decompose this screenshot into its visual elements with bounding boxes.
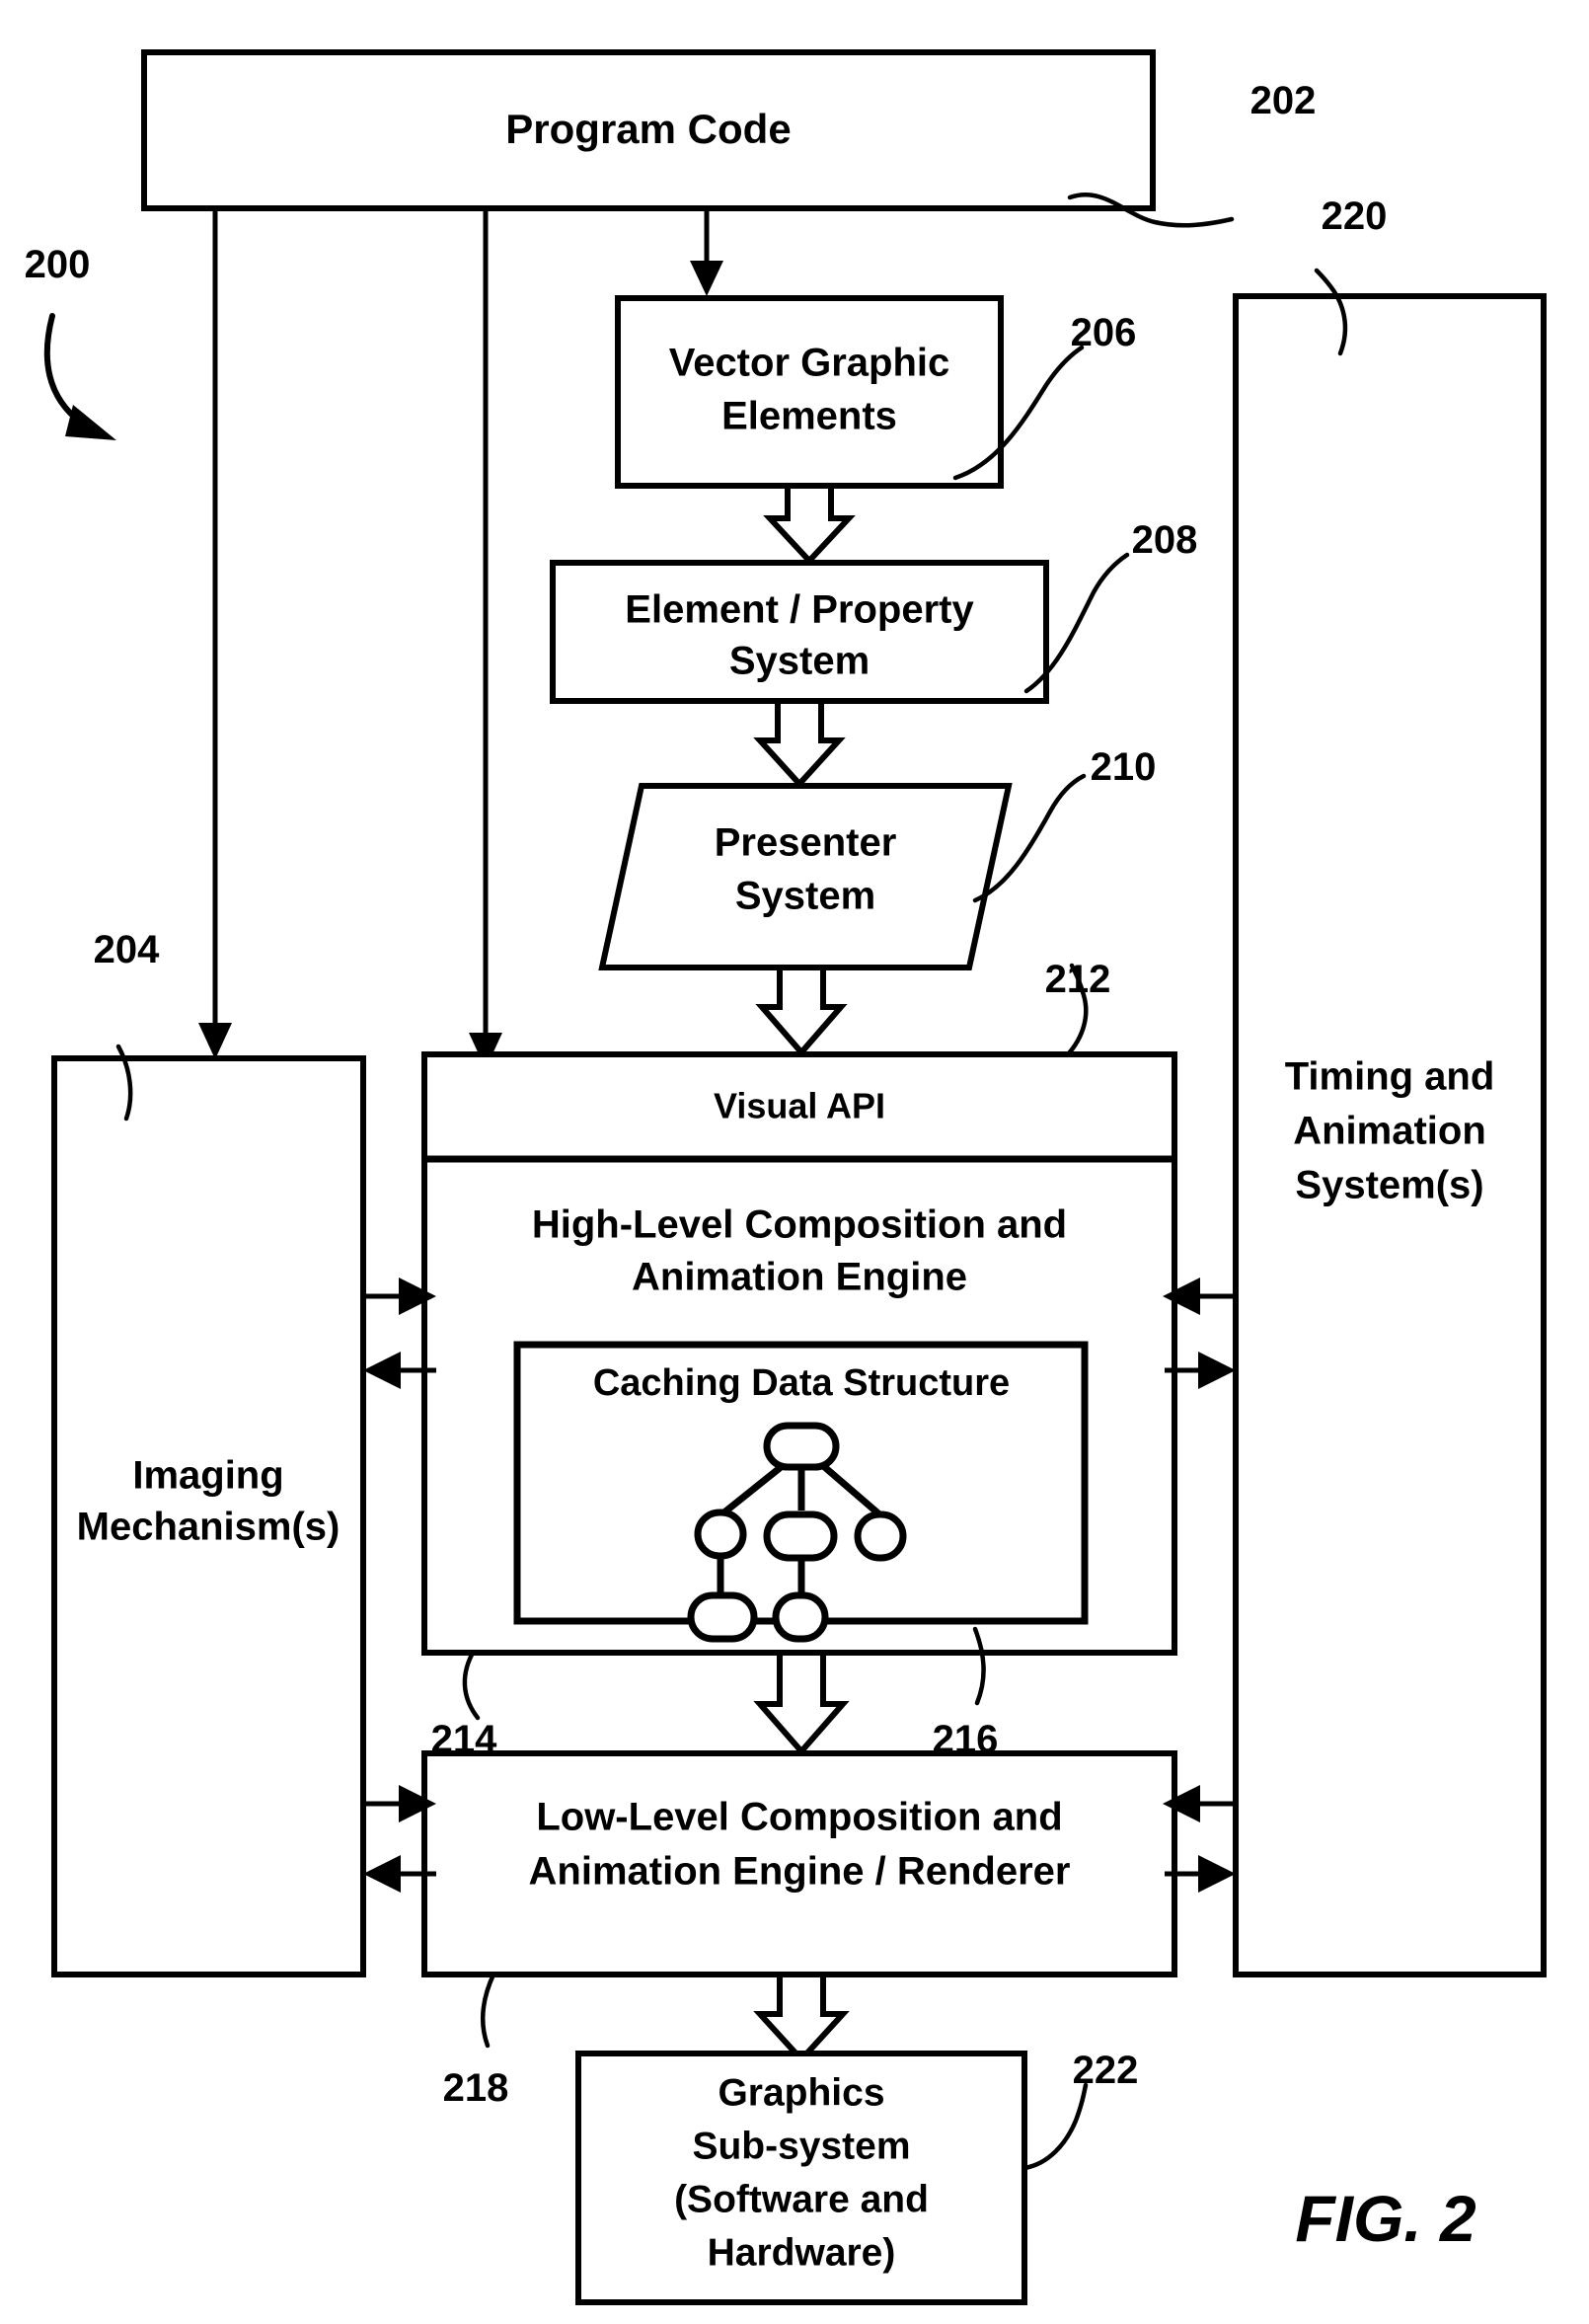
presenter-label-line2: System <box>735 875 875 918</box>
link-presenter-to-visualapi <box>755 965 848 1057</box>
diagram-canvas: Program Code 202 200 Vector Graphic Elem… <box>25 49 1547 2305</box>
graphics-label-line2: Sub-system <box>692 2125 910 2167</box>
caching-label: Caching Data Structure <box>593 1362 1010 1404</box>
graphics-label-line3: (Software and <box>674 2178 929 2220</box>
figure-caption: FIG. 2 <box>1295 2182 1476 2255</box>
element-label-line1: Element / Property <box>625 588 974 632</box>
imaging-label-line2: Mechanism(s) <box>77 1506 340 1549</box>
node-caching-data-structure: Caching Data Structure <box>513 1341 1089 1643</box>
node-graphics-subsystem: Graphics Sub-system (Software and Hardwa… <box>575 2051 1027 2305</box>
node-element-property-system: Element / Property System <box>550 560 1049 704</box>
node-vector-graphic-elements: Vector Graphic Elements <box>615 295 1004 489</box>
imaging-label-line1: Imaging <box>132 1454 283 1498</box>
ref-222: 222 <box>1073 2049 1139 2092</box>
vector-label-line2: Elements <box>721 395 897 438</box>
low-level-label-line1: Low-Level Composition and <box>536 1796 1062 1839</box>
low-level-label-line2: Animation Engine / Renderer <box>529 1850 1071 1894</box>
ref-210: 210 <box>1091 745 1157 789</box>
graphics-label-line1: Graphics <box>718 2071 884 2114</box>
node-imaging-mechanisms: Imaging Mechanism(s) <box>51 1055 366 1977</box>
node-presenter-system: Presenter System <box>598 783 1013 970</box>
ref-208: 208 <box>1132 518 1198 562</box>
node-timing-animation: Timing and Animation System(s) <box>1233 293 1547 1977</box>
leader-200-arrowhead <box>65 405 116 440</box>
timing-label-line1: Timing and <box>1285 1055 1495 1099</box>
link-element-to-presenter <box>753 698 846 789</box>
leader-214 <box>462 1652 481 1721</box>
ref-220: 220 <box>1322 194 1388 238</box>
link-highlevel-to-lowlevel <box>753 1650 850 1756</box>
ref-202: 202 <box>1250 79 1317 122</box>
ref-218: 218 <box>443 2066 509 2110</box>
node-low-level-engine: Low-Level Composition and Animation Engi… <box>421 1750 1177 1977</box>
leader-222 <box>1022 2082 1089 2171</box>
program-code-label: Program Code <box>505 106 791 152</box>
presenter-label-line1: Presenter <box>715 821 897 865</box>
patent-figure: Program Code 202 200 Vector Graphic Elem… <box>0 0 1589 2324</box>
leader-200-curve <box>43 313 84 426</box>
high-level-label-line2: Animation Engine <box>632 1256 967 1299</box>
vector-label-line1: Vector Graphic <box>669 342 950 385</box>
high-level-label-line1: High-Level Composition and <box>532 1203 1067 1247</box>
visual-api-label: Visual API <box>714 1086 885 1126</box>
link-code-to-imaging-arrowhead <box>198 1023 232 1059</box>
link-vector-to-element <box>763 483 856 566</box>
element-label-line2: System <box>729 640 870 683</box>
ref-200: 200 <box>25 243 91 286</box>
link-lowlevel-to-graphics <box>753 1972 850 2064</box>
ref-204: 204 <box>94 928 160 971</box>
timing-label-line2: Animation <box>1293 1110 1486 1153</box>
link-code-to-vector-arrowhead <box>690 261 723 296</box>
graphics-label-line4: Hardware) <box>708 2231 896 2274</box>
node-program-code: Program Code <box>141 49 1156 211</box>
timing-label-line3: System(s) <box>1295 1164 1483 1207</box>
leader-218 <box>481 1972 496 2049</box>
ref-212-visible: 212 <box>1045 958 1111 1001</box>
ref-206: 206 <box>1071 311 1137 354</box>
